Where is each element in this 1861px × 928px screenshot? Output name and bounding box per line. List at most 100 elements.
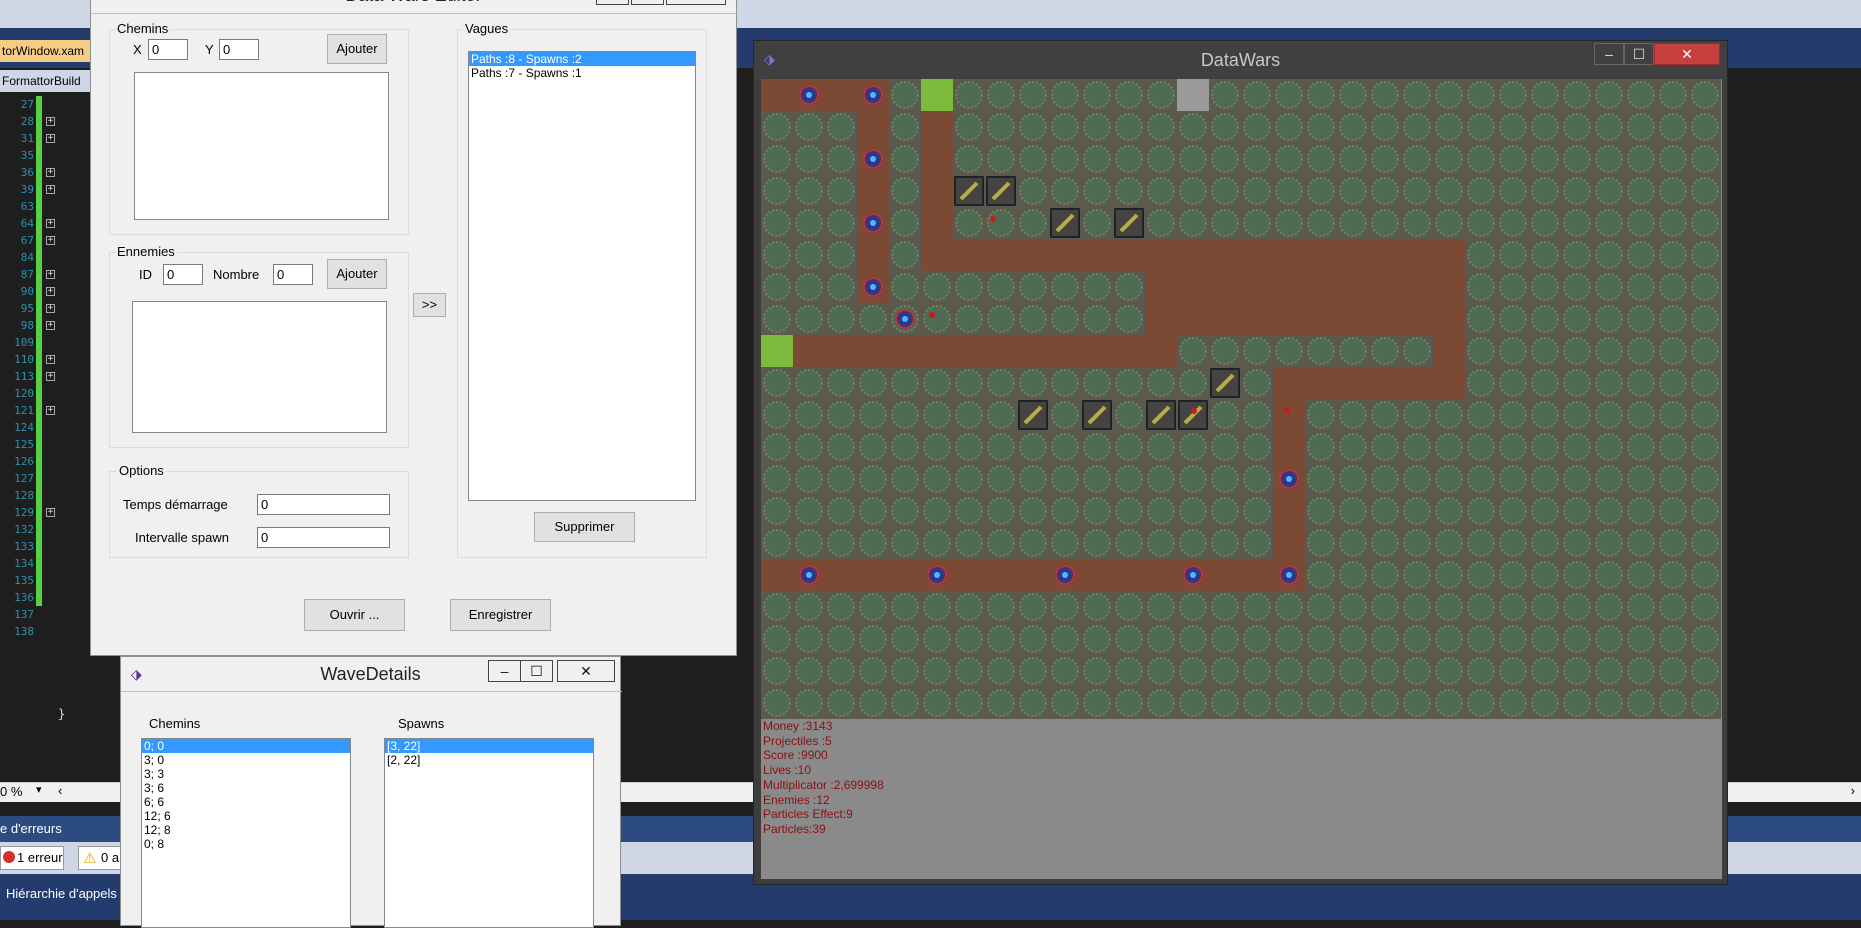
wave-spawn-item[interactable]: [2, 22] (385, 753, 593, 767)
wave-path-item[interactable]: 3; 0 (142, 753, 350, 767)
expand-icon[interactable]: + (46, 355, 55, 364)
transfer-button[interactable]: >> (413, 293, 446, 317)
enemy-count-input[interactable]: 0 (273, 264, 313, 285)
grass-tile (1627, 625, 1655, 653)
minimize-icon[interactable]: – (488, 660, 521, 682)
expand-icon[interactable]: + (46, 372, 55, 381)
line-number: 63 (20, 200, 34, 213)
enemies-list[interactable] (132, 301, 387, 433)
path-tile (825, 559, 857, 591)
path-tile (953, 335, 985, 367)
grass-tile (1019, 177, 1047, 205)
expand-icon[interactable]: + (46, 185, 55, 194)
wave-path-item[interactable]: 0; 8 (142, 837, 350, 851)
grass-tile (1115, 305, 1143, 333)
save-button[interactable]: Enregistrer (450, 599, 551, 631)
grass-tile (795, 465, 823, 493)
grass-tile (1147, 209, 1175, 237)
grass-tile (1115, 433, 1143, 461)
x-input[interactable]: 0 (148, 39, 188, 60)
delete-wave-button[interactable]: Supprimer (534, 512, 635, 542)
maximize-icon[interactable]: ☐ (1624, 43, 1654, 65)
grass-tile (987, 305, 1015, 333)
minimize-icon[interactable]: – (596, 0, 629, 5)
expand-icon[interactable]: + (46, 508, 55, 517)
grass-tile (1115, 113, 1143, 141)
grass-tile (1371, 145, 1399, 173)
change-marker (36, 555, 42, 572)
wave-path-item[interactable]: 0; 0 (142, 739, 350, 753)
minimize-icon[interactable]: – (1594, 43, 1624, 65)
wave-path-item[interactable]: 3; 3 (142, 767, 350, 781)
line-number: 120 (14, 387, 34, 400)
zoom-level[interactable]: 0 % (0, 784, 22, 799)
close-icon[interactable]: ✕ (1654, 43, 1720, 65)
paths-list[interactable] (134, 72, 389, 220)
maximize-icon[interactable]: ☐ (631, 0, 664, 5)
expand-icon[interactable]: + (46, 304, 55, 313)
wave-spawns-label: Spawns (398, 716, 445, 731)
expand-icon[interactable]: + (46, 168, 55, 177)
ide-tab-builder[interactable]: FormattorBuild (0, 70, 95, 92)
grass-tile (1435, 177, 1463, 205)
expand-icon[interactable]: + (46, 117, 55, 126)
wave-path-item[interactable]: 12; 8 (142, 823, 350, 837)
grass-tile (1371, 465, 1399, 493)
spawn-interval-input[interactable]: 0 (257, 527, 390, 548)
expand-icon[interactable]: + (46, 321, 55, 330)
add-path-button[interactable]: Ajouter (327, 34, 387, 64)
grass-tile (1307, 177, 1335, 205)
wave-item[interactable]: Paths :7 - Spawns :1 (469, 66, 695, 80)
grass-tile (1467, 657, 1495, 685)
game-map[interactable] (761, 79, 1722, 719)
start-time-input[interactable]: 0 (257, 494, 390, 515)
grass-tile (1147, 657, 1175, 685)
line-number: 28 (20, 115, 34, 128)
line-number: 95 (20, 302, 34, 315)
wave-spawns-list[interactable]: [3, 22] [2, 22] (384, 738, 594, 928)
game-viewport[interactable]: Money :3143 Projectiles :5 Score :9900 Live… (761, 79, 1722, 879)
expand-icon[interactable]: + (46, 236, 55, 245)
wave-path-item[interactable]: 3; 6 (142, 781, 350, 795)
path-tile (1081, 335, 1113, 367)
expand-icon[interactable]: + (46, 406, 55, 415)
expand-icon[interactable]: + (46, 219, 55, 228)
grass-tile (987, 529, 1015, 557)
path-tile (1369, 367, 1401, 399)
wave-spawn-item[interactable]: [3, 22] (385, 739, 593, 753)
y-input[interactable]: 0 (219, 39, 259, 60)
add-enemy-button[interactable]: Ajouter (327, 259, 387, 289)
enemy-id-input[interactable]: 0 (163, 264, 203, 285)
call-hierarchy-tab[interactable]: Hiérarchie d'appels (6, 886, 117, 901)
grass-tile (1371, 625, 1399, 653)
maximize-icon[interactable]: ☐ (520, 660, 553, 682)
close-icon[interactable]: ✕ (666, 0, 726, 5)
grass-tile (1243, 209, 1271, 237)
grass-tile (1467, 689, 1495, 717)
grass-tile (955, 657, 983, 685)
line-number: 124 (14, 421, 34, 434)
wave-item[interactable]: Paths :8 - Spawns :2 (469, 52, 695, 66)
grass-tile (1339, 497, 1367, 525)
errors-filter-button[interactable]: 1 erreur (0, 846, 64, 870)
close-icon[interactable]: ✕ (557, 660, 615, 682)
ide-tab-xaml[interactable]: torWindow.xam (0, 40, 95, 62)
open-button[interactable]: Ouvrir ... (304, 599, 405, 631)
wave-path-item[interactable]: 12; 6 (142, 809, 350, 823)
wave-path-item[interactable]: 6; 6 (142, 795, 350, 809)
grass-tile (1499, 529, 1527, 557)
scroll-right-icon[interactable]: › (1851, 783, 1855, 798)
wave-paths-list[interactable]: 0; 0 3; 0 3; 3 3; 6 6; 6 12; 6 12; 8 0; … (141, 738, 351, 928)
grass-tile (891, 465, 919, 493)
grass-tile (1691, 177, 1719, 205)
enemy-core (806, 92, 812, 98)
expand-icon[interactable]: + (46, 287, 55, 296)
expand-icon[interactable]: + (46, 270, 55, 279)
expand-icon[interactable]: + (46, 134, 55, 143)
scroll-left-icon[interactable]: ‹ (58, 783, 62, 798)
grass-tile (1243, 593, 1271, 621)
zoom-dropdown-icon[interactable]: ▾ (36, 783, 42, 796)
waves-list[interactable]: Paths :8 - Spawns :2 Paths :7 - Spawns :… (468, 51, 696, 501)
grass-tile (1595, 113, 1623, 141)
grass-tile (1403, 337, 1431, 365)
